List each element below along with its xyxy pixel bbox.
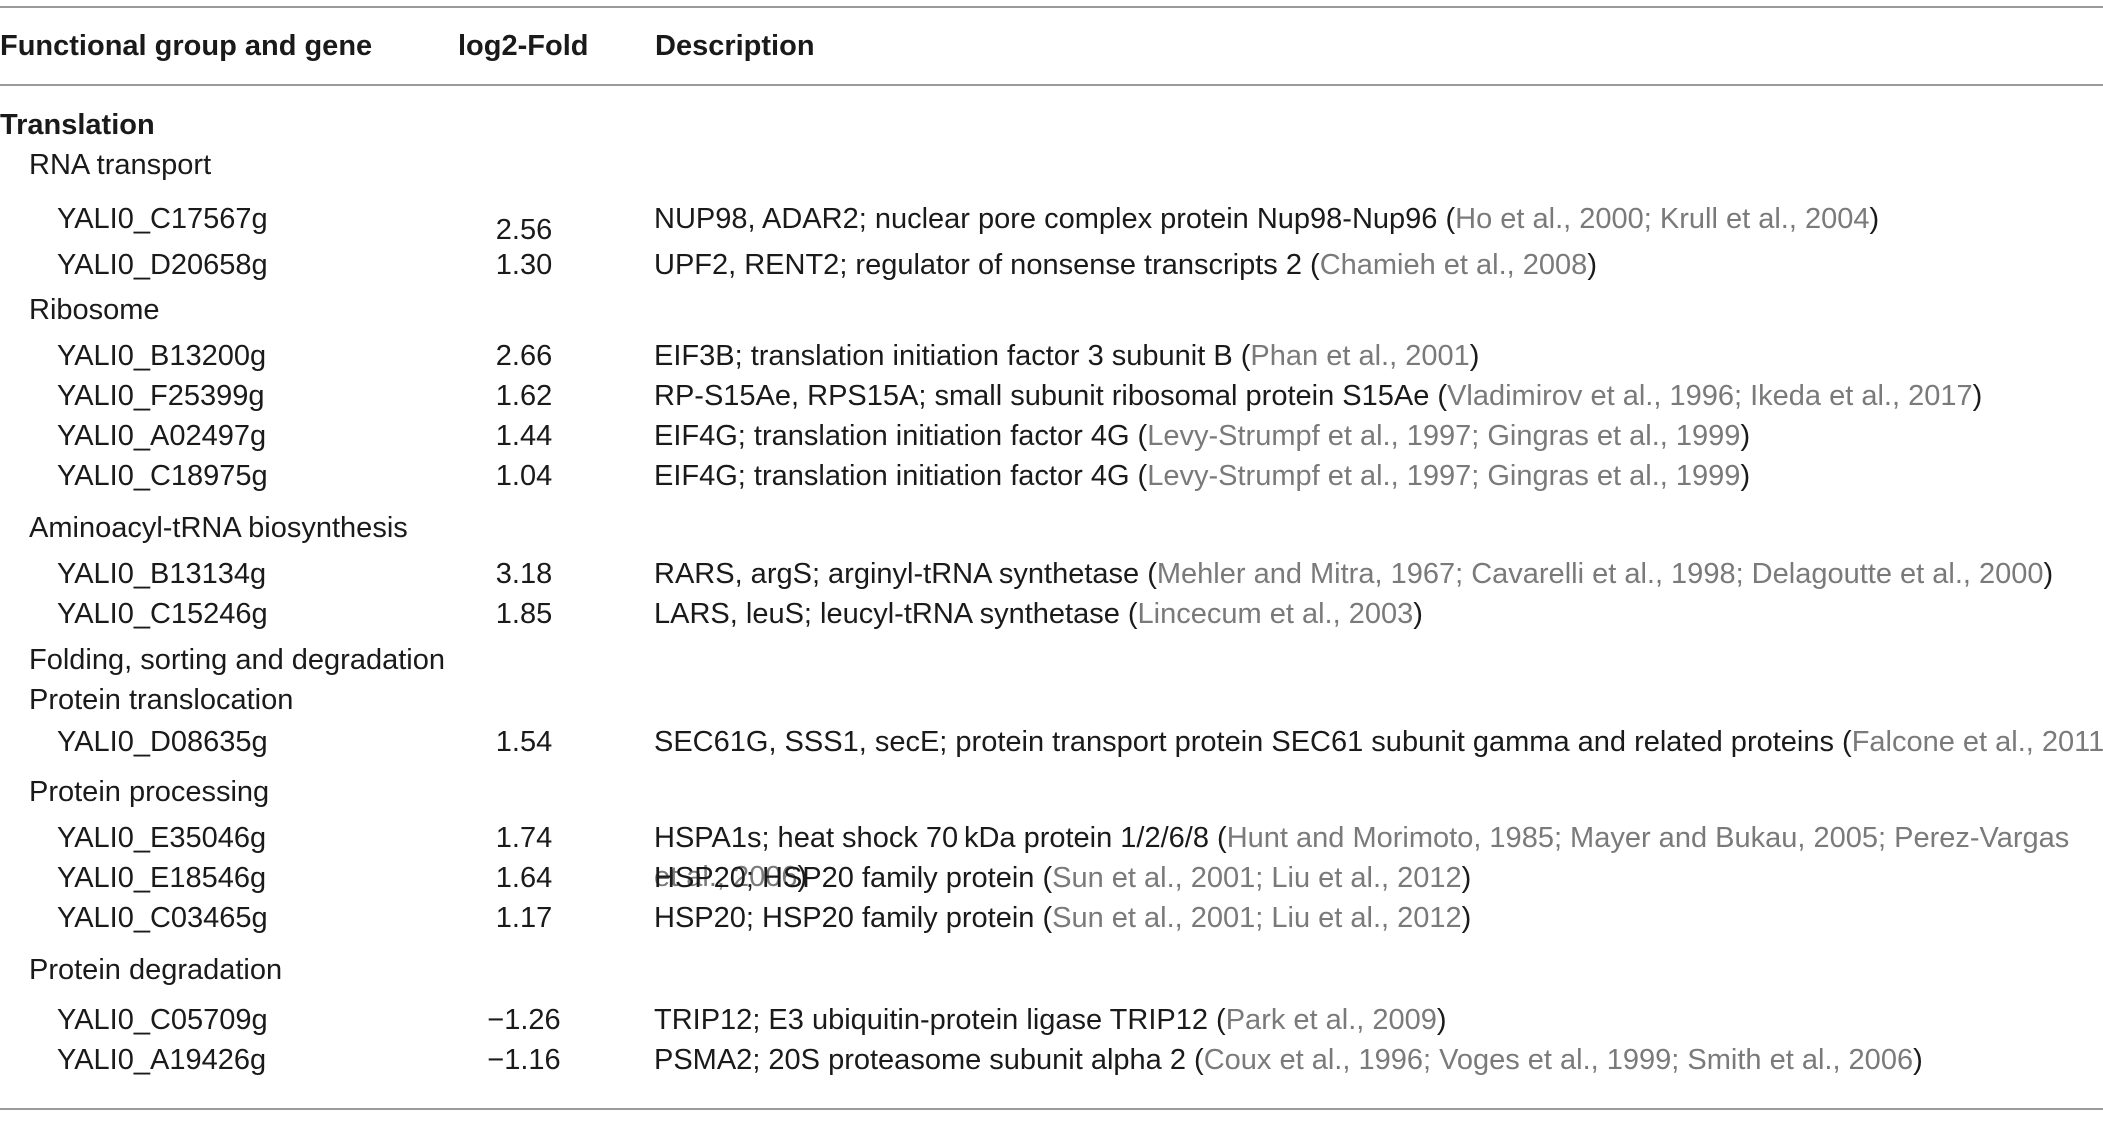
gene-id: YALI0_B13200g xyxy=(57,340,267,372)
subgroup-heading: Protein translocation xyxy=(29,684,294,716)
description-text: UPF2, RENT2; regulator of nonsense trans… xyxy=(654,249,1302,281)
description-text: PSMA2; 20S proteasome subunit alpha 2 xyxy=(654,1044,1186,1076)
citation-link[interactable]: Coux et al., 1996; Voges et al., 1999; S… xyxy=(1204,1044,1913,1076)
log2-fold-value: −1.16 xyxy=(487,1044,561,1076)
gene-table: Functional group and gene log2-Fold Desc… xyxy=(0,0,2103,1129)
description: EIF4G; translation initiation factor 4G … xyxy=(654,460,1751,492)
log2-fold-value: 1.74 xyxy=(495,822,553,854)
description: UPF2, RENT2; regulator of nonsense trans… xyxy=(654,249,1597,281)
description: RP-S15Ae, RPS15A; small subunit ribosoma… xyxy=(654,380,1983,412)
log2-fold-value: 1.64 xyxy=(495,862,553,894)
header-description: Description xyxy=(655,30,815,62)
log2-fold-value: 1.17 xyxy=(495,902,553,934)
log2-fold-value: 3.18 xyxy=(495,558,553,590)
description-text: EIF4G; translation initiation factor 4G xyxy=(654,460,1130,492)
description-text: RP-S15Ae, RPS15A; small subunit ribosoma… xyxy=(654,380,1430,412)
description: PSMA2; 20S proteasome subunit alpha 2 (C… xyxy=(654,1044,1923,1076)
gene-id: YALI0_B13134g xyxy=(57,558,267,590)
header-fold: log2-Fold xyxy=(458,30,589,62)
description: HSP20; HSP20 family protein (Sun et al.,… xyxy=(654,902,1472,934)
description-text: HSP20; HSP20 family protein xyxy=(654,862,1035,894)
description-text: TRIP12; E3 ubiquitin-protein ligase TRIP… xyxy=(654,1004,1208,1036)
description-text: LARS, leuS; leucyl-tRNA synthetase xyxy=(654,598,1120,630)
citation-link[interactable]: Ho et al., 2000; Krull et al., 2004 xyxy=(1455,203,1869,235)
description: EIF4G; translation initiation factor 4G … xyxy=(654,420,1751,452)
citation-link[interactable]: Sun et al., 2001; Liu et al., 2012 xyxy=(1052,902,1462,934)
gene-id: YALI0_E35046g xyxy=(57,822,267,854)
subgroup-heading: Folding, sorting and degradation xyxy=(29,644,445,676)
gene-id: YALI0_C03465g xyxy=(57,902,268,934)
citation-link[interactable]: Vladimirov et al., 1996; Ikeda et al., 2… xyxy=(1447,380,1973,412)
citation-link[interactable]: Mehler and Mitra, 1967; Cavarelli et al.… xyxy=(1157,558,2044,590)
citation-link[interactable]: Chamieh et al., 2008 xyxy=(1320,249,1588,281)
citation-link[interactable]: Park et al., 2009 xyxy=(1226,1004,1437,1036)
citation-link[interactable]: Hunt and Morimoto, 1985; Mayer and Bukau… xyxy=(1227,822,2070,854)
log2-fold-value: −1.26 xyxy=(487,1004,561,1036)
log2-fold-value: 1.04 xyxy=(495,460,553,492)
subgroup-heading: Protein processing xyxy=(29,776,270,808)
gene-id: YALI0_F25399g xyxy=(57,380,265,412)
header-gene: Functional group and gene xyxy=(0,30,373,62)
description-text: HSP20; HSP20 family protein xyxy=(654,902,1035,934)
description-text: SEC61G, SSS1, secE; protein transport pr… xyxy=(654,726,1834,758)
subgroup-heading: RNA transport xyxy=(29,149,212,181)
description-text: EIF3B; translation initiation factor 3 s… xyxy=(654,340,1233,372)
citation-link[interactable]: Phan et al., 2001 xyxy=(1250,340,1469,372)
description-text: HSPA1s; heat shock 70 kDa protein 1/2/6/… xyxy=(654,822,1209,854)
description-text: RARS, argS; arginyl-tRNA synthetase xyxy=(654,558,1140,590)
gene-id: YALI0_C17567g xyxy=(57,203,268,235)
subgroup-heading: Protein degradation xyxy=(29,954,283,986)
log2-fold-value: 1.85 xyxy=(495,598,553,630)
description: HSPA1s; heat shock 70 kDa protein 1/2/6/… xyxy=(654,822,2070,854)
description: LARS, leuS; leucyl-tRNA synthetase (Linc… xyxy=(654,598,1423,630)
description: TRIP12; E3 ubiquitin-protein ligase TRIP… xyxy=(654,1004,1447,1036)
log2-fold-value: 1.44 xyxy=(495,420,553,452)
citation-link[interactable]: Sun et al., 2001; Liu et al., 2012 xyxy=(1052,862,1462,894)
gene-id: YALI0_C18975g xyxy=(57,460,268,492)
subgroup-heading: Ribosome xyxy=(29,294,160,326)
log2-fold-value: 1.30 xyxy=(495,249,553,281)
log2-fold-value: 1.62 xyxy=(495,380,553,412)
description: RARS, argS; arginyl-tRNA synthetase (Meh… xyxy=(654,558,2054,590)
gene-id: YALI0_C15246g xyxy=(57,598,268,630)
citation-link[interactable]: Levy-Strumpf et al., 1997; Gingras et al… xyxy=(1147,420,1740,452)
description: HSP20; HSP20 family protein (Sun et al.,… xyxy=(654,862,1472,894)
description: SEC61G, SSS1, secE; protein transport pr… xyxy=(654,726,2103,758)
citation-link[interactable]: Falcone et al., 2011 xyxy=(1852,726,2103,758)
log2-fold-value: 1.54 xyxy=(495,726,553,758)
description: NUP98, ADAR2; nuclear pore complex prote… xyxy=(654,203,1880,235)
subgroup-heading: Aminoacyl-tRNA biosynthesis xyxy=(29,512,408,544)
log2-fold-value: 2.56 xyxy=(495,214,553,246)
group-heading: Translation xyxy=(0,109,155,141)
gene-id: YALI0_D20658g xyxy=(57,249,268,281)
description: EIF3B; translation initiation factor 3 s… xyxy=(654,340,1480,372)
top-rule xyxy=(0,6,2103,8)
description-text: EIF4G; translation initiation factor 4G xyxy=(654,420,1130,452)
gene-id: YALI0_D08635g xyxy=(57,726,268,758)
bottom-rule xyxy=(0,1108,2103,1110)
citation-link[interactable]: Levy-Strumpf et al., 1997; Gingras et al… xyxy=(1147,460,1740,492)
gene-id: YALI0_E18546g xyxy=(57,862,267,894)
description-text: NUP98, ADAR2; nuclear pore complex prote… xyxy=(654,203,1438,235)
citation-link[interactable]: Lincecum et al., 2003 xyxy=(1138,598,1414,630)
gene-id: YALI0_A02497g xyxy=(57,420,267,452)
gene-id: YALI0_C05709g xyxy=(57,1004,268,1036)
log2-fold-value: 2.66 xyxy=(495,340,553,372)
header-rule xyxy=(0,84,2103,86)
gene-id: YALI0_A19426g xyxy=(57,1044,267,1076)
